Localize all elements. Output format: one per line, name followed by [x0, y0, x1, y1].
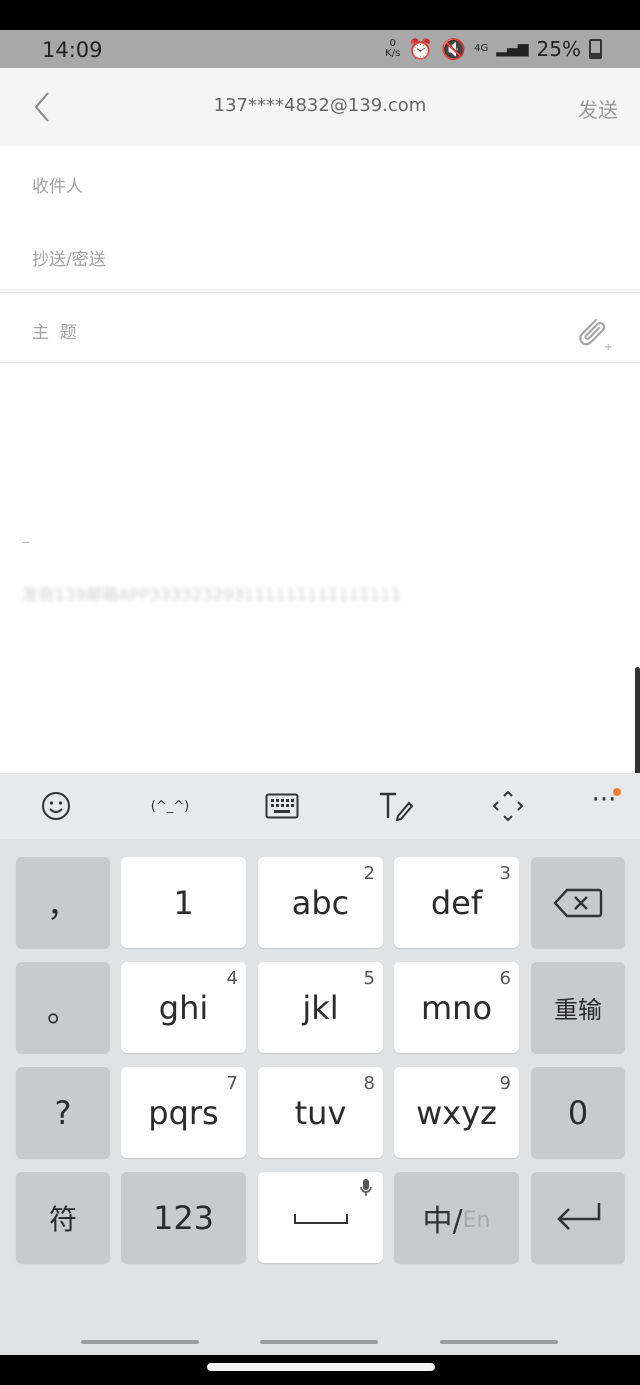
- send-button[interactable]: 发送: [578, 94, 618, 123]
- key-abc[interactable]: 2 abc: [258, 857, 383, 948]
- sender-address: 137****4832@139.com: [213, 95, 427, 116]
- divider: [0, 289, 640, 290]
- divider: [0, 362, 640, 363]
- key-pqrs[interactable]: 7 pqrs: [121, 1067, 246, 1158]
- reenter-key[interactable]: 重输: [531, 962, 625, 1053]
- enter-icon: [557, 1202, 601, 1230]
- question-key[interactable]: ?: [16, 1067, 110, 1158]
- status-icons: 0 K/s ⏰ 🔇 4G ▂▄▆ 25%: [385, 37, 602, 61]
- home-indicator[interactable]: [207, 1363, 435, 1371]
- keyboard-toolbar: (^_^) ···: [0, 773, 640, 839]
- symbols-key[interactable]: 符: [16, 1172, 110, 1263]
- number-switch-key[interactable]: 123: [121, 1172, 246, 1263]
- net-speed: 0 K/s: [385, 38, 401, 59]
- backspace-icon: [553, 888, 603, 917]
- key-ghi[interactable]: 4 ghi: [121, 962, 246, 1053]
- cursor-move-icon[interactable]: [488, 786, 528, 826]
- keyboard-layout-icon[interactable]: [262, 786, 302, 826]
- key-jkl[interactable]: 5 jkl: [258, 962, 383, 1053]
- compose-form: 收件人 抄送/密送 主 题 + – 发自139邮箱APP333323293111…: [0, 146, 640, 773]
- cc-bcc-field[interactable]: 抄送/密送: [32, 245, 106, 270]
- more-options-icon[interactable]: ···: [584, 785, 624, 826]
- key-wxyz[interactable]: 9 wxyz: [394, 1067, 519, 1158]
- period-key[interactable]: 。: [16, 962, 110, 1053]
- keyboard-nav-line: [81, 1340, 199, 1344]
- mute-icon: 🔇: [441, 37, 467, 61]
- key-tuv[interactable]: 8 tuv: [258, 1067, 383, 1158]
- key-def[interactable]: 3 def: [394, 857, 519, 948]
- space-key[interactable]: [258, 1172, 383, 1263]
- to-field[interactable]: 收件人: [32, 172, 83, 197]
- comma-key[interactable]: ，: [16, 857, 110, 948]
- status-bar: 14:09 0 K/s ⏰ 🔇 4G ▂▄▆ 25%: [0, 30, 640, 68]
- space-bar-icon: [293, 1213, 348, 1224]
- language-switch-key[interactable]: 中/En: [394, 1172, 519, 1263]
- body-separator: –: [22, 532, 30, 551]
- backspace-key[interactable]: [531, 857, 625, 948]
- divider: [0, 292, 640, 293]
- alarm-icon: ⏰: [408, 37, 434, 61]
- emoji-icon[interactable]: [36, 786, 76, 826]
- network-type: 4G: [474, 43, 489, 54]
- emoticon-button[interactable]: (^_^): [150, 786, 190, 826]
- key-mno[interactable]: 6 mno: [394, 962, 519, 1053]
- attachment-icon[interactable]: +: [572, 312, 612, 352]
- keyboard-nav-line: [440, 1340, 558, 1344]
- signal-icon: ▂▄▆: [496, 41, 529, 57]
- status-time: 14:09: [42, 38, 103, 62]
- enter-key[interactable]: [531, 1172, 625, 1263]
- email-signature: 发自139邮箱APP333323293111111111111111: [22, 585, 402, 604]
- keyboard: ， 1 2 abc 3 def 。 4 ghi 5 jkl 6 mno 重输 ? 7 pqr…: [0, 839, 640, 1355]
- notification-dot: [613, 788, 621, 796]
- battery-icon: [589, 39, 602, 59]
- microphone-icon: [360, 1179, 372, 1196]
- compose-header: 137****4832@139.com 发送: [0, 68, 640, 146]
- svg-text:+: +: [604, 342, 612, 352]
- battery-level: 25%: [536, 37, 581, 61]
- zero-key[interactable]: 0: [531, 1067, 625, 1158]
- handwriting-icon[interactable]: [376, 786, 416, 826]
- subject-field[interactable]: 主 题: [32, 318, 77, 343]
- keyboard-nav-line: [260, 1340, 378, 1344]
- key-1[interactable]: 1: [121, 857, 246, 948]
